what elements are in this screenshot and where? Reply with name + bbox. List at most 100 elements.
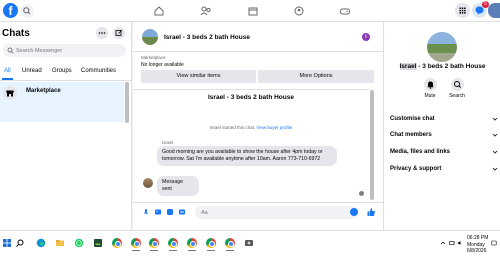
chrome-icon[interactable] [187, 238, 197, 248]
chrome-icon[interactable] [131, 238, 141, 248]
new-message-button[interactable] [113, 27, 125, 39]
battery-icon[interactable] [449, 240, 455, 246]
voice-clip-button[interactable] [142, 208, 150, 216]
chrome-icon[interactable] [206, 238, 216, 248]
active-window-indicator [132, 250, 140, 251]
section-chat-members[interactable]: Chat members [390, 130, 498, 142]
home-icon [154, 6, 164, 16]
info-icon[interactable]: i [362, 33, 370, 41]
chevron-up-icon[interactable] [440, 240, 446, 246]
edge-browser-button[interactable] [36, 238, 46, 248]
sidebar-scrollbar[interactable] [125, 82, 129, 123]
filter-all[interactable]: All [4, 68, 11, 74]
chat-profile-picture[interactable] [427, 32, 457, 62]
divider [133, 89, 369, 90]
active-window-indicator [169, 250, 177, 251]
thread-title: Israel - 3 beds 2 bath House [208, 94, 294, 101]
sender-avatar[interactable] [143, 178, 153, 188]
speaker-icon[interactable] [457, 240, 463, 246]
system-message-text: Israel started this chat. [209, 125, 256, 130]
chevron-down-icon [492, 132, 498, 138]
like-button[interactable] [366, 207, 376, 217]
sticker-button[interactable] [166, 208, 174, 216]
view-buyer-profile-link[interactable]: View buyer profile [256, 125, 292, 130]
clock-date: 6/8/2026 [467, 248, 487, 254]
system-clock[interactable]: 06:28 PM Monday 6/8/2026 [467, 235, 488, 255]
message-bubble[interactable]: Good morning are you available to show t… [157, 146, 337, 166]
compose-icon [115, 29, 123, 36]
app-icon [245, 240, 253, 246]
notification-center-icon[interactable] [491, 240, 497, 246]
message-input[interactable] [201, 207, 341, 218]
chat-avatar[interactable] [142, 29, 158, 45]
search-icon [23, 7, 31, 15]
mute-button[interactable]: Mute [417, 78, 443, 99]
friends-icon [200, 6, 211, 16]
taskbar-search-button[interactable] [15, 238, 25, 248]
image-icon [155, 209, 161, 215]
bell-icon [423, 78, 437, 91]
app-button[interactable] [244, 238, 254, 248]
windows-taskbar: 06:28 PM Monday 6/8/2026 [0, 230, 500, 260]
calendar-icon [248, 7, 258, 16]
more-options-button[interactable]: More Options [258, 70, 374, 83]
conversation-item-marketplace[interactable]: Marketplace [0, 82, 124, 122]
search-in-conversation-button[interactable]: Search [444, 78, 470, 99]
groups-icon [294, 6, 304, 16]
windows-start-button[interactable] [2, 238, 12, 248]
home-tab[interactable] [152, 4, 166, 18]
chat-name-highlight: Israel [399, 63, 417, 70]
search-icon [7, 47, 14, 54]
chrome-icon[interactable] [149, 238, 159, 248]
section-label: Customise chat [390, 116, 435, 122]
search-icon [16, 239, 24, 247]
active-window-indicator [207, 250, 215, 251]
app-button[interactable] [93, 238, 103, 248]
active-window-indicator [150, 250, 158, 251]
chevron-down-icon [492, 149, 498, 155]
emoji-icon[interactable] [350, 208, 358, 216]
friends-tab[interactable] [199, 4, 213, 18]
chrome-icon[interactable] [112, 238, 122, 248]
section-media-files-links[interactable]: Media, files and links [390, 147, 498, 159]
clock-time: 06:28 PM [467, 235, 489, 241]
active-window-indicator [226, 250, 234, 251]
filter-groups[interactable]: Groups [52, 68, 72, 74]
facebook-logo[interactable]: f [3, 3, 18, 18]
file-explorer-button[interactable] [55, 238, 65, 248]
chrome-icon[interactable] [168, 238, 178, 248]
profile-avatar[interactable] [488, 3, 500, 18]
filter-unread[interactable]: Unread [22, 68, 42, 74]
more-options-button[interactable] [96, 27, 108, 39]
messenger-search[interactable] [3, 44, 126, 57]
chats-title: Chats [2, 28, 30, 39]
app-icon [94, 239, 102, 247]
listing-label: Marketplace [141, 55, 166, 60]
section-privacy-support[interactable]: Privacy & support [390, 164, 498, 176]
whatsapp-icon [74, 238, 84, 248]
gif-button[interactable] [178, 208, 186, 216]
search-input[interactable] [16, 45, 121, 56]
chat-scrollbar[interactable] [370, 90, 374, 200]
folder-icon [56, 240, 64, 246]
chat-name: Israel - 3 beds 2 bath House [384, 63, 500, 70]
message-input-box[interactable] [195, 206, 358, 219]
filter-communities[interactable]: Communities [81, 68, 116, 74]
whatsapp-button[interactable] [74, 238, 84, 248]
section-customise-chat[interactable]: Customise chat [390, 114, 498, 126]
windows-logo-icon [3, 239, 11, 247]
view-similar-items-button[interactable]: View similar items [141, 70, 256, 83]
message-bubble[interactable]: Message sent [157, 176, 199, 196]
search-label: Search [449, 93, 465, 99]
groups-tab[interactable] [292, 4, 306, 18]
events-tab[interactable] [246, 4, 260, 18]
gaming-tab[interactable] [338, 4, 352, 18]
chevron-down-icon [492, 166, 498, 172]
attach-image-button[interactable] [154, 208, 162, 216]
chat-title[interactable]: Israel - 3 beds 2 bath House [164, 34, 250, 41]
divider [0, 80, 131, 81]
search-button[interactable] [20, 4, 34, 18]
menu-button[interactable] [455, 3, 470, 18]
chat-window: Israel - 3 beds 2 bath House i Marketpla… [133, 22, 383, 230]
chrome-icon[interactable] [225, 238, 235, 248]
